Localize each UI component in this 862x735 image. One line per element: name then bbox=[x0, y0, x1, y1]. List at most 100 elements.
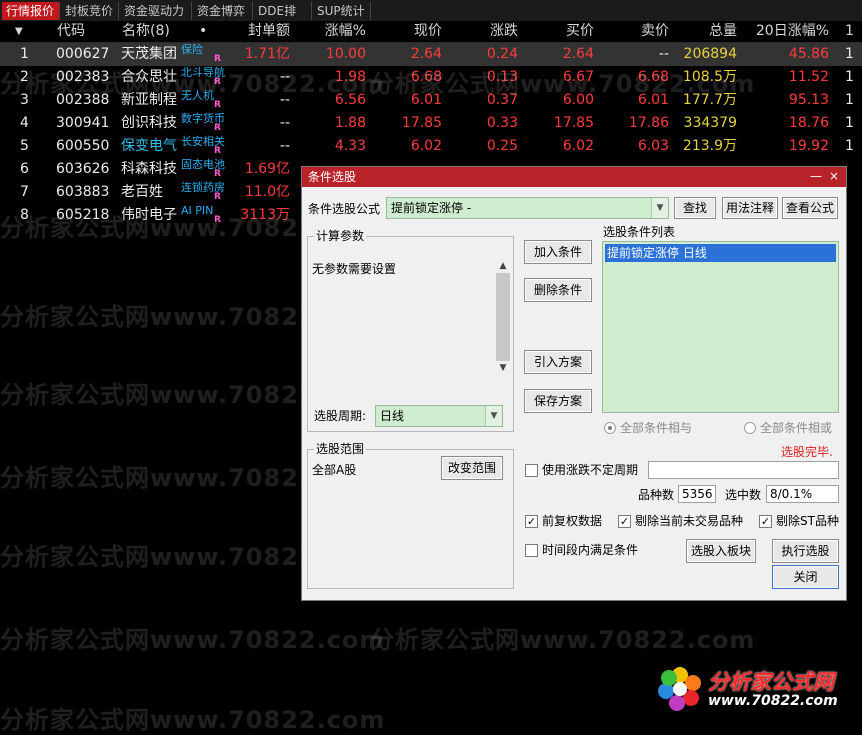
row-volume: 206894 bbox=[683, 46, 737, 62]
row-pct20: 19.92 bbox=[788, 138, 829, 154]
minimize-icon[interactable]: — bbox=[808, 168, 824, 184]
row-seal-amount: -- bbox=[279, 115, 290, 131]
radio-and-label: 全部条件相与 bbox=[620, 421, 693, 435]
header-bid[interactable]: 买价 bbox=[530, 21, 594, 42]
rating-r-icon: R bbox=[214, 100, 221, 110]
header-pct-change[interactable]: 涨幅% bbox=[300, 21, 366, 42]
radio-or[interactable] bbox=[744, 422, 756, 434]
row-name: 创识科技 bbox=[121, 115, 177, 131]
row-index: 6 bbox=[20, 161, 29, 177]
header-name[interactable]: 名称(8) bbox=[122, 21, 170, 42]
period-select[interactable]: 日线 ▼ bbox=[375, 405, 503, 427]
execute-selection-button[interactable]: 执行选股 bbox=[772, 539, 839, 563]
import-scheme-button[interactable]: 引入方案 bbox=[524, 350, 592, 374]
add-to-board-button[interactable]: 选股入板块 bbox=[686, 539, 756, 563]
tab-capital-game[interactable]: 资金博弈 bbox=[193, 2, 253, 20]
delete-condition-button[interactable]: 删除条件 bbox=[524, 278, 592, 302]
calc-params-scrollbar[interactable]: ▲ ▼ bbox=[495, 259, 511, 375]
rating-r-icon: R bbox=[214, 54, 221, 64]
selected-field: 8/0.1% bbox=[766, 485, 839, 503]
row-pct20: 95.13 bbox=[788, 92, 829, 108]
selected-label: 选中数 bbox=[725, 488, 762, 502]
chevron-down-icon[interactable]: ▼ bbox=[651, 198, 668, 218]
tab-bar: 行情报价 封板竞价 资金驱动力 资金博弈 DDE排名 SUP统计 bbox=[0, 0, 862, 36]
row-ask: 6.03 bbox=[637, 138, 669, 154]
tab-auction[interactable]: 封板竞价 bbox=[61, 2, 119, 20]
dialog-title: 条件选股 bbox=[308, 170, 357, 184]
row-seal-amount: -- bbox=[279, 138, 290, 154]
scroll-thumb[interactable] bbox=[496, 273, 510, 361]
rating-r-icon: R bbox=[214, 169, 221, 179]
checkbox-uncertain-period[interactable] bbox=[525, 464, 538, 477]
uncertain-period-field[interactable] bbox=[648, 461, 839, 479]
row-price: 17.85 bbox=[401, 115, 442, 131]
sort-marker-icon[interactable]: ▼ bbox=[15, 21, 23, 42]
range-title: 选股范围 bbox=[314, 442, 367, 456]
row-code: 300941 bbox=[56, 115, 110, 131]
row-change: 0.33 bbox=[486, 115, 518, 131]
header-volume[interactable]: 总量 bbox=[675, 21, 737, 42]
table-row[interactable]: 1 000627 天茂集团 1.71亿 10.00 2.64 0.24 2.64 -- 20689… bbox=[0, 43, 862, 66]
row-volume: 213.9万 bbox=[682, 138, 737, 154]
checkbox-remove-untraded[interactable]: ✓ bbox=[618, 515, 631, 528]
header-extra[interactable]: 1 bbox=[845, 21, 854, 42]
table-row[interactable]: 4 300941 创识科技 -- 1.88 17.85 0.33 17.85 17.86 3343… bbox=[0, 112, 862, 135]
checkbox-remove-st[interactable]: ✓ bbox=[759, 515, 772, 528]
row-index: 5 bbox=[20, 138, 29, 154]
rating-r-icon: R bbox=[214, 123, 221, 133]
chevron-down-icon[interactable]: ▼ bbox=[495, 361, 511, 375]
dialog-titlebar[interactable]: 条件选股 — × bbox=[302, 167, 846, 187]
formula-select[interactable]: 提前锁定涨停 - ▼ bbox=[386, 197, 669, 219]
tab-sup-stats[interactable]: SUP统计 bbox=[313, 2, 371, 20]
row-index: 1 bbox=[20, 46, 29, 62]
change-range-button[interactable]: 改变范围 bbox=[441, 456, 503, 480]
usage-notes-button[interactable]: 用法注释 bbox=[722, 197, 778, 219]
row-ask: 17.86 bbox=[628, 115, 669, 131]
header-price[interactable]: 现价 bbox=[380, 21, 442, 42]
row-extra: 1 bbox=[845, 46, 854, 62]
row-extra: 1 bbox=[845, 138, 854, 154]
list-item[interactable]: 提前锁定涨停 日线 bbox=[605, 244, 836, 262]
header-seal-amount[interactable]: 封单额 bbox=[226, 21, 290, 42]
row-price: 2.64 bbox=[410, 46, 442, 62]
count-field: 5356 bbox=[678, 485, 716, 503]
row-price: 6.02 bbox=[410, 138, 442, 154]
chevron-up-icon[interactable]: ▲ bbox=[495, 259, 511, 273]
header-change[interactable]: 涨跌 bbox=[455, 21, 518, 42]
row-bid: 6.02 bbox=[562, 138, 594, 154]
radio-and[interactable] bbox=[604, 422, 616, 434]
checkbox-forward-adjust[interactable]: ✓ bbox=[525, 515, 538, 528]
row-change: 0.24 bbox=[486, 46, 518, 62]
row-pct20: 18.76 bbox=[788, 115, 829, 131]
header-ask[interactable]: 卖价 bbox=[605, 21, 669, 42]
tab-quotes[interactable]: 行情报价 bbox=[2, 2, 60, 20]
close-button[interactable]: 关闭 bbox=[772, 565, 839, 589]
checkbox-time-range[interactable] bbox=[525, 544, 538, 557]
view-formula-button[interactable]: 查看公式 bbox=[782, 197, 838, 219]
header-pct20[interactable]: 20日涨幅% bbox=[744, 21, 829, 42]
row-code: 603883 bbox=[56, 184, 110, 200]
header-code[interactable]: 代码 bbox=[57, 21, 85, 42]
condition-stock-picker-dialog: 条件选股 — × 条件选股公式 提前锁定涨停 - ▼ 查找 用法注释 查看公式 … bbox=[301, 166, 847, 601]
row-name: 天茂集团 bbox=[121, 46, 177, 62]
close-icon[interactable]: × bbox=[826, 168, 842, 184]
condition-list[interactable]: 提前锁定涨停 日线 bbox=[602, 241, 839, 413]
row-pct-change: 4.33 bbox=[334, 138, 366, 154]
row-code: 603626 bbox=[56, 161, 110, 177]
save-scheme-button[interactable]: 保存方案 bbox=[524, 389, 592, 413]
chevron-down-icon[interactable]: ▼ bbox=[485, 406, 502, 426]
row-index: 4 bbox=[20, 115, 29, 131]
add-condition-button[interactable]: 加入条件 bbox=[524, 240, 592, 264]
row-volume: 334379 bbox=[683, 115, 737, 131]
row-ask: -- bbox=[658, 46, 669, 62]
watermark-text: 分析家公式网www.70822.com bbox=[370, 626, 756, 654]
row-pct-change: 10.00 bbox=[325, 46, 366, 62]
watermark-text: 分析家公式网www.70822.com bbox=[0, 70, 386, 98]
flower-logo-icon bbox=[658, 667, 701, 711]
table-row[interactable]: 5 600550 保变电气 -- 4.33 6.02 0.25 6.02 6.03 213.9万 1… bbox=[0, 135, 862, 158]
count-label: 品种数 bbox=[638, 488, 675, 502]
tab-capital-drive[interactable]: 资金驱动力 bbox=[120, 2, 192, 20]
tab-dde-rank[interactable]: DDE排名 bbox=[254, 2, 312, 36]
row-extra: 1 bbox=[845, 69, 854, 85]
find-button[interactable]: 查找 bbox=[674, 197, 716, 219]
